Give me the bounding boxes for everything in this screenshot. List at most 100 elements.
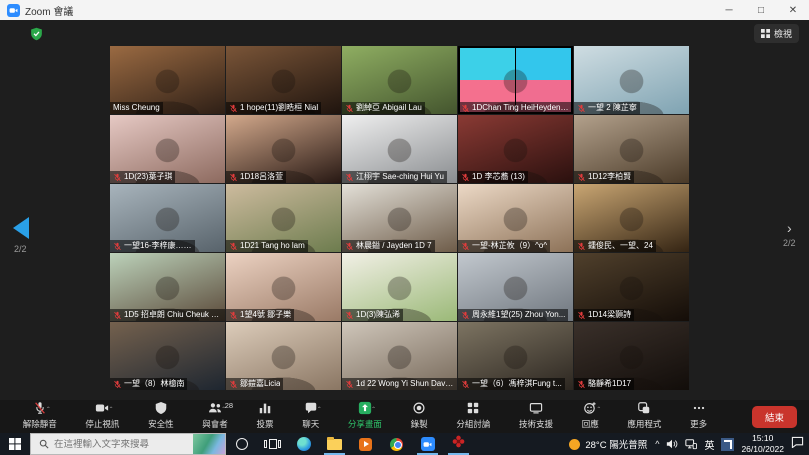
ime-mode-icon[interactable] bbox=[721, 438, 734, 451]
close-icon[interactable]: ✕ bbox=[777, 0, 809, 20]
participant-video-tile[interactable]: 一望 2 陳芷寧 bbox=[574, 46, 689, 114]
participant-video-tile[interactable]: 一望-林芷攸（9）^o^ bbox=[458, 184, 573, 252]
previous-page-arrow-icon[interactable] bbox=[13, 217, 29, 239]
participant-name: 一望（6）馮梓淇Fung t... bbox=[472, 378, 562, 390]
zoom-app-button[interactable] bbox=[412, 433, 443, 455]
participant-video-tile[interactable]: 一望（8）林檍南 bbox=[110, 322, 225, 390]
participant-video-tile[interactable]: 一望16-李梓康…… bbox=[110, 184, 225, 252]
chat-icon bbox=[304, 401, 318, 417]
next-page-arrow-icon[interactable]: › bbox=[787, 221, 792, 235]
toolbar-button-shield[interactable]: 安全性 bbox=[142, 400, 180, 433]
participant-name: 1d 22 Wong Yi Shun Davina bbox=[356, 378, 454, 390]
participant-name: 一望16-李梓康…… bbox=[124, 240, 192, 252]
window-title: Zoom 會議 bbox=[25, 3, 73, 18]
time-text: 15:10 bbox=[741, 433, 784, 444]
participant-name-label: 鍾俊民、一望、24 bbox=[574, 240, 656, 252]
toolbar-button-support[interactable]: 技術支援 bbox=[513, 400, 559, 433]
toolbar-button-poll[interactable]: 投票 bbox=[251, 400, 280, 433]
search-highlight-image[interactable] bbox=[193, 434, 225, 454]
participant-name: 1D14梁顥詩 bbox=[588, 309, 631, 321]
toolbar-button-more[interactable]: 更多 bbox=[684, 400, 713, 433]
participant-video-tile[interactable]: 1d 22 Wong Yi Shun Davina bbox=[342, 322, 457, 390]
action-center-button[interactable] bbox=[791, 435, 804, 453]
participant-name-label: 1D(3)陳弘浠 bbox=[342, 309, 403, 321]
participant-video-tile[interactable]: 鍾俊民、一望、24 bbox=[574, 184, 689, 252]
chevron-up-icon[interactable]: ˆ bbox=[222, 406, 225, 415]
notification-icon bbox=[791, 436, 804, 448]
view-button[interactable]: 檢視 bbox=[754, 24, 799, 43]
media-player-button[interactable] bbox=[350, 433, 381, 455]
participant-video-tile[interactable]: 1D5 招卓朗 Chiu Cheuk L... bbox=[110, 253, 225, 321]
toolbar-button-mic-muted[interactable]: ˆ 解除靜音 bbox=[17, 400, 63, 433]
toolbar-button-breakout-rooms[interactable]: 分組討論 bbox=[450, 400, 496, 433]
task-view-button[interactable] bbox=[257, 433, 288, 455]
muted-mic-icon bbox=[229, 173, 238, 182]
cortana-button[interactable] bbox=[226, 433, 257, 455]
participant-video-tile[interactable]: 鄒鎧嘉Licia bbox=[226, 322, 341, 390]
muted-mic-icon bbox=[577, 311, 586, 320]
toolbar-button-camera[interactable]: ˆ 停止視訊 bbox=[79, 400, 125, 433]
participant-video-tile[interactable]: 1D14梁顥詩 bbox=[574, 253, 689, 321]
network-icon[interactable] bbox=[685, 438, 697, 450]
participant-video-tile[interactable]: 1望4號 鄒子樂 bbox=[226, 253, 341, 321]
participant-video-tile[interactable]: 駱靜希1D17 bbox=[574, 322, 689, 390]
minimize-icon[interactable]: ─ bbox=[713, 0, 745, 20]
taskbar-clock[interactable]: 15:10 26/10/2022 bbox=[741, 433, 784, 454]
sun-icon bbox=[569, 439, 580, 450]
participant-name: 1D(23)葉子琪 bbox=[124, 171, 172, 183]
participant-name-label: 1D21 Tang ho lam bbox=[226, 240, 308, 252]
participant-video-tile[interactable]: 1 hope(11)劉晧桓 Nial bbox=[226, 46, 341, 114]
participant-video-tile[interactable]: 1D(23)葉子琪 bbox=[110, 115, 225, 183]
edge-button[interactable] bbox=[288, 433, 319, 455]
task-view-icon bbox=[264, 439, 281, 449]
maximize-icon[interactable]: □ bbox=[745, 0, 777, 20]
toolbar-button-reactions[interactable]: ˆ 回應 bbox=[576, 400, 605, 433]
toolbar-button-share-screen[interactable]: ˆ 分享畫面 bbox=[342, 400, 388, 433]
muted-mic-icon bbox=[461, 380, 470, 389]
participant-video-tile[interactable]: 1D 李芯蕎 (13) bbox=[458, 115, 573, 183]
support-icon bbox=[529, 401, 543, 417]
end-meeting-button[interactable]: 結束 bbox=[752, 406, 797, 428]
participant-video-tile[interactable]: 1DChan Ting HeiHeyden（... bbox=[458, 46, 573, 114]
participant-name: 1D 李芯蕎 (13) bbox=[472, 171, 525, 183]
participant-name-label: 駱靜希1D17 bbox=[574, 378, 634, 390]
weather-widget[interactable]: 28°C 陽光普照 bbox=[569, 437, 647, 451]
chevron-up-icon[interactable]: ˆ bbox=[318, 406, 321, 415]
search-input[interactable] bbox=[54, 439, 172, 450]
chevron-up-icon[interactable]: ˆ bbox=[598, 406, 601, 415]
chevron-up-icon[interactable]: ˆ bbox=[110, 406, 113, 415]
participant-name-label: 一望（6）馮梓淇Fung t... bbox=[458, 378, 565, 390]
more-icon bbox=[692, 401, 706, 417]
participant-video-tile[interactable]: 林晨鎰 / Jayden 1D 7 bbox=[342, 184, 457, 252]
participant-video-tile[interactable]: 江栩宇 Sae-ching Hui Yu bbox=[342, 115, 457, 183]
flower-app-button[interactable] bbox=[443, 433, 474, 455]
participant-video-tile[interactable]: 周永維1望(25) Zhou Yon... bbox=[458, 253, 573, 321]
participant-video-tile[interactable]: 1D18呂洛萱 bbox=[226, 115, 341, 183]
muted-mic-icon bbox=[461, 242, 470, 251]
hidden-icons-chevron[interactable]: ^ bbox=[655, 439, 659, 449]
participant-video-tile[interactable]: 1D21 Tang ho lam bbox=[226, 184, 341, 252]
chevron-up-icon[interactable]: ˆ bbox=[372, 406, 375, 415]
gallery-grid-icon bbox=[761, 29, 770, 38]
encryption-shield-icon[interactable] bbox=[30, 27, 43, 41]
input-language-indicator[interactable]: 英 bbox=[704, 437, 714, 452]
participant-video-tile[interactable]: 劉綽亞 Abigail Lau bbox=[342, 46, 457, 114]
taskbar-search[interactable] bbox=[30, 433, 226, 455]
chrome-icon bbox=[390, 438, 403, 451]
participant-video-tile[interactable]: 1D12李柏賢 bbox=[574, 115, 689, 183]
file-explorer-button[interactable] bbox=[319, 433, 350, 455]
toolbar-button-participants[interactable]: 28 ˆ 與會者 bbox=[196, 400, 234, 433]
toolbar-button-chat[interactable]: ˆ 聊天 bbox=[296, 400, 325, 433]
start-button[interactable] bbox=[0, 433, 30, 455]
toolbar-button-apps[interactable]: 應用程式 bbox=[621, 400, 667, 433]
chevron-up-icon[interactable]: ˆ bbox=[47, 406, 50, 415]
muted-mic-icon bbox=[229, 380, 238, 389]
participant-name-label: 1D 李芯蕎 (13) bbox=[458, 171, 528, 183]
toolbar-button-record[interactable]: 錄製 bbox=[405, 400, 434, 433]
volume-icon[interactable] bbox=[666, 438, 678, 450]
participant-video-tile[interactable]: 1D(3)陳弘浠 bbox=[342, 253, 457, 321]
participant-video-tile[interactable]: Miss Cheung bbox=[110, 46, 225, 114]
chrome-button[interactable] bbox=[381, 433, 412, 455]
participant-name: 1D18呂洛萱 bbox=[240, 171, 283, 183]
participant-video-tile[interactable]: 一望（6）馮梓淇Fung t... bbox=[458, 322, 573, 390]
